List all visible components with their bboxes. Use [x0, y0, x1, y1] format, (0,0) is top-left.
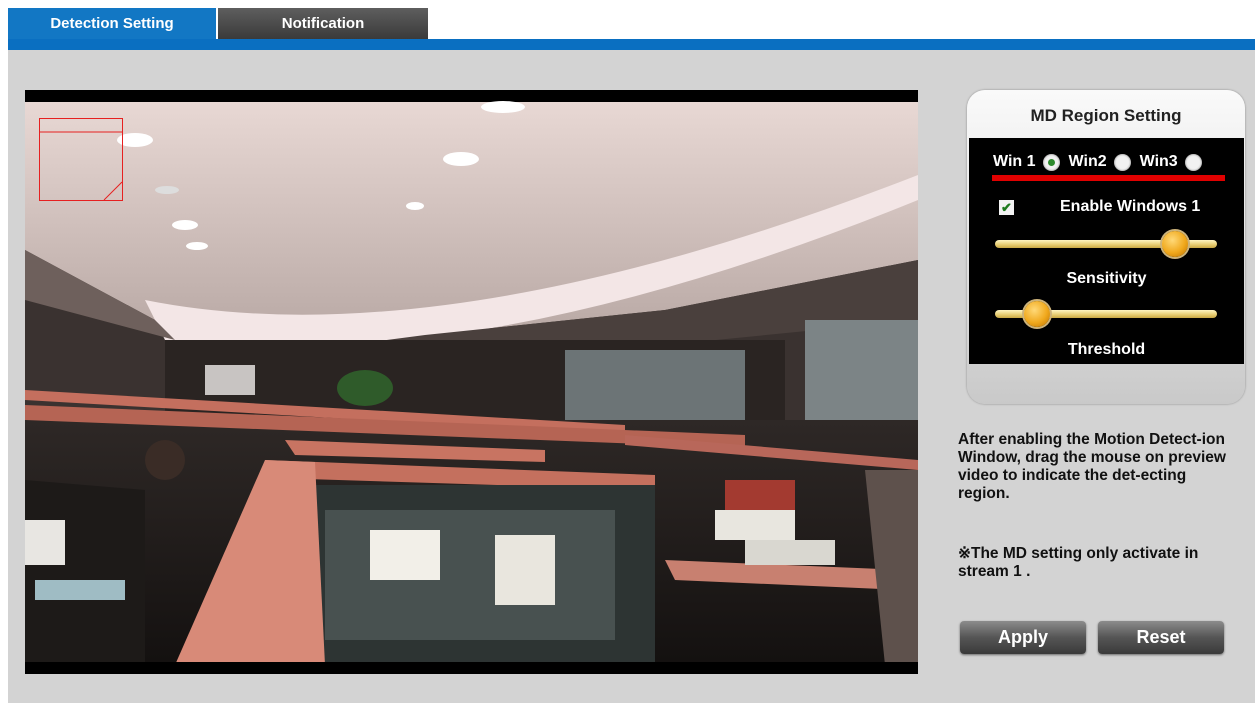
- region-resize-handle-icon: [40, 131, 122, 200]
- reset-button[interactable]: Reset: [1098, 621, 1224, 654]
- enable-window-checkbox[interactable]: ✔: [999, 200, 1014, 215]
- office-camera-image: [25, 101, 918, 674]
- instruction-text: After enabling the Motion Detect-ion Win…: [958, 431, 1226, 502]
- win1-radio[interactable]: [1042, 153, 1060, 171]
- window-selector-underline: [992, 175, 1225, 181]
- win3-label: Win3: [1139, 153, 1178, 170]
- threshold-slider-handle[interactable]: [1024, 301, 1051, 327]
- md-panel-title: MD Region Setting: [1030, 106, 1182, 125]
- win2-radio[interactable]: [1113, 153, 1131, 171]
- win1-label: Win 1: [993, 153, 1036, 170]
- md-region-controls: Win 1 Win2 Win3 ✔ Enable Windows 1 Sensi…: [969, 138, 1244, 364]
- window-selector: Win 1 Win2 Win3: [993, 151, 1211, 173]
- threshold-label: Threshold: [1067, 341, 1146, 358]
- win2-label: Win2: [1068, 153, 1107, 170]
- sensitivity-slider-handle[interactable]: [1161, 231, 1188, 257]
- tab-detection-setting[interactable]: Detection Setting: [8, 8, 216, 39]
- md-region-box[interactable]: [39, 118, 123, 201]
- sensitivity-label: Sensitivity: [1066, 270, 1147, 287]
- stream-note-text: ※The MD setting only activate in stream …: [958, 545, 1199, 580]
- tab-underline-bar: [8, 39, 1255, 50]
- apply-button[interactable]: Apply: [960, 621, 1086, 654]
- enable-window-label: Enable Windows 1: [1060, 198, 1201, 215]
- tab-notification[interactable]: Notification: [218, 8, 428, 39]
- win3-radio[interactable]: [1184, 153, 1202, 171]
- video-preview[interactable]: [25, 90, 918, 674]
